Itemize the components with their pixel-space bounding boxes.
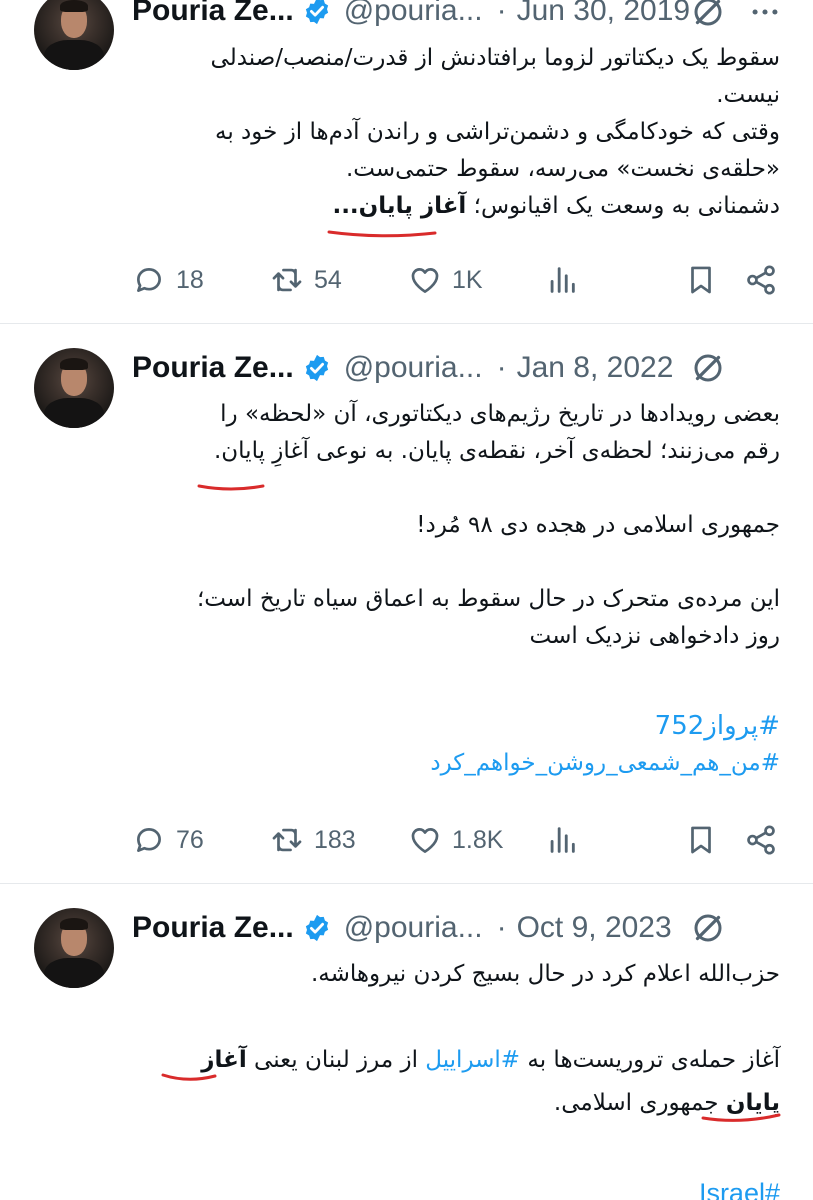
author-handle[interactable]: @pouria... (344, 911, 483, 945)
text-line: پایان جمهوری اسلامی. (132, 1085, 780, 1122)
separator-dot: · (496, 0, 507, 27)
hashtag-link[interactable]: #پرواز752 (132, 708, 780, 745)
text-line: رقم می‌زنند؛ لحظه‌ی آخر، نقطه‌ی پایان. ب… (213, 438, 780, 464)
like-count: 1K (452, 265, 483, 294)
text-line: «حلقه‌ی نخست» می‌رسه، سقوط حتمی‌ست. (345, 156, 780, 182)
grok-icon[interactable] (690, 910, 726, 946)
reply-button[interactable]: 18 (132, 258, 204, 302)
repost-icon (272, 828, 302, 852)
tweet-3[interactable]: Pouria Ze... @pouria... · Oct 9, 2023 حز… (0, 884, 813, 1200)
heart-icon (411, 268, 439, 293)
avatar[interactable] (34, 348, 114, 428)
reply-icon (137, 828, 161, 852)
tweet-2[interactable]: Pouria Ze... @pouria... · Jan 8, 2022 بع… (0, 324, 813, 882)
empty-line (132, 1122, 780, 1159)
repost-icon (272, 268, 302, 292)
reply-button[interactable]: 76 (132, 818, 204, 862)
text-line: حزب‌الله اعلام کرد در حال بسیج کردن نیرو… (311, 961, 780, 987)
bookmark-icon (691, 266, 711, 294)
text-segment: آغاز حمله‌ی تروریست‌ها به (520, 1047, 780, 1073)
views-button[interactable] (545, 818, 579, 862)
author-name[interactable]: Pouria Ze... (132, 351, 294, 385)
grok-icon[interactable] (690, 0, 726, 30)
grok-icon[interactable] (690, 350, 726, 386)
hashtag-link[interactable]: #من_هم_شمعی_روشن_خواهم_کرد (132, 745, 780, 782)
share-button[interactable] (744, 818, 778, 862)
empty-line (132, 544, 780, 581)
empty-line (132, 993, 780, 1030)
red-underline-annotation (701, 1113, 781, 1122)
repost-button[interactable]: 54 (270, 258, 342, 302)
repost-button[interactable]: 183 (270, 818, 356, 862)
bold-phrase: آغاز (201, 1047, 247, 1073)
bookmark-button[interactable] (684, 258, 718, 302)
author-handle[interactable]: @pouria... (344, 0, 483, 28)
bold-phrase: آغاز پایان... (332, 193, 467, 219)
avatar[interactable] (34, 0, 114, 70)
text-line: روز دادخواهی نزدیک است (529, 623, 780, 649)
avatar[interactable] (34, 908, 114, 988)
reply-count: 76 (176, 825, 204, 854)
tweet-date[interactable]: Oct 9, 2023 (517, 911, 672, 945)
analytics-icon (550, 827, 575, 853)
text-line: جمهوری اسلامی در هجده دی ۹۸ مُرد! (416, 512, 780, 538)
tweet-1[interactable]: Pouria Ze... @pouria... · Jun 30, 2019 س… (0, 0, 813, 322)
views-button[interactable] (545, 258, 579, 302)
analytics-icon (550, 267, 575, 293)
share-button[interactable] (744, 258, 778, 302)
verified-badge-icon (305, 354, 328, 382)
like-button[interactable]: 1.8K (408, 818, 503, 862)
text-line: سقوط یک دیکتاتور لزوما برافتادنش از قدرت… (210, 45, 780, 71)
text-line: بعضی رویدادها در تاریخ رژیم‌های دیکتاتور… (220, 401, 780, 427)
text-line: وقتی که خودکامگی و دشمن‌تراشی و راندن آد… (215, 119, 780, 145)
like-button[interactable]: 1K (408, 258, 483, 302)
empty-line (132, 655, 780, 692)
hashtag-link[interactable]: #اسراییل (425, 1047, 520, 1073)
tweet-header: Pouria Ze... @pouria... · Jan 8, 2022 (132, 348, 673, 388)
separator-dot: · (496, 911, 507, 944)
author-name[interactable]: Pouria Ze... (132, 0, 294, 28)
more-options-icon[interactable] (748, 0, 782, 29)
text-line: آغاز حمله‌ی تروریست‌ها به #اسراییل از مر… (132, 1042, 780, 1079)
tweet-date[interactable]: Jan 8, 2022 (517, 351, 674, 385)
red-underline-annotation (327, 230, 437, 238)
tweet-header: Pouria Ze... @pouria... · Jun 30, 2019 (132, 0, 690, 31)
reply-count: 18 (176, 265, 204, 294)
heart-icon (411, 828, 439, 853)
tweet-header: Pouria Ze... @pouria... · Oct 9, 2023 (132, 908, 672, 948)
reply-icon (137, 268, 161, 292)
text-segment: دشمنانی به وسعت یک اقیانوس؛ (466, 193, 780, 219)
text-line: نیست. (716, 82, 780, 108)
repost-count: 183 (314, 825, 356, 854)
repost-count: 54 (314, 265, 342, 294)
bookmark-button[interactable] (684, 818, 718, 862)
like-count: 1.8K (452, 825, 504, 854)
bookmark-icon (691, 826, 711, 854)
separator-dot: · (496, 351, 507, 384)
tweet-date[interactable]: Jun 30, 2019 (517, 0, 690, 28)
tweet-text: سقوط یک دیکتاتور لزوما برافتادنش از قدرت… (132, 40, 780, 225)
author-name[interactable]: Pouria Ze... (132, 911, 294, 945)
red-underline-annotation (197, 484, 265, 491)
verified-badge-icon (305, 914, 328, 942)
hashtag-link[interactable]: #Israel (132, 1175, 780, 1200)
action-bar: 76 183 1.8K (0, 818, 813, 862)
tweet-text: بعضی رویدادها در تاریخ رژیم‌های دیکتاتور… (132, 396, 780, 782)
text-line: این مرده‌ی متحرک در حال سقوط به اعماق سی… (196, 586, 780, 612)
author-handle[interactable]: @pouria... (344, 351, 483, 385)
verified-badge-icon (305, 0, 328, 25)
action-bar: 18 54 1K (0, 258, 813, 302)
tweet-text: حزب‌الله اعلام کرد در حال بسیج کردن نیرو… (132, 956, 780, 1200)
red-underline-annotation (161, 1073, 217, 1081)
text-segment: از مرز لبنان یعنی (246, 1047, 426, 1073)
text-line: دشمنانی به وسعت یک اقیانوس؛ آغاز پایان..… (132, 188, 780, 225)
share-icon (747, 265, 775, 295)
share-icon (747, 825, 775, 855)
